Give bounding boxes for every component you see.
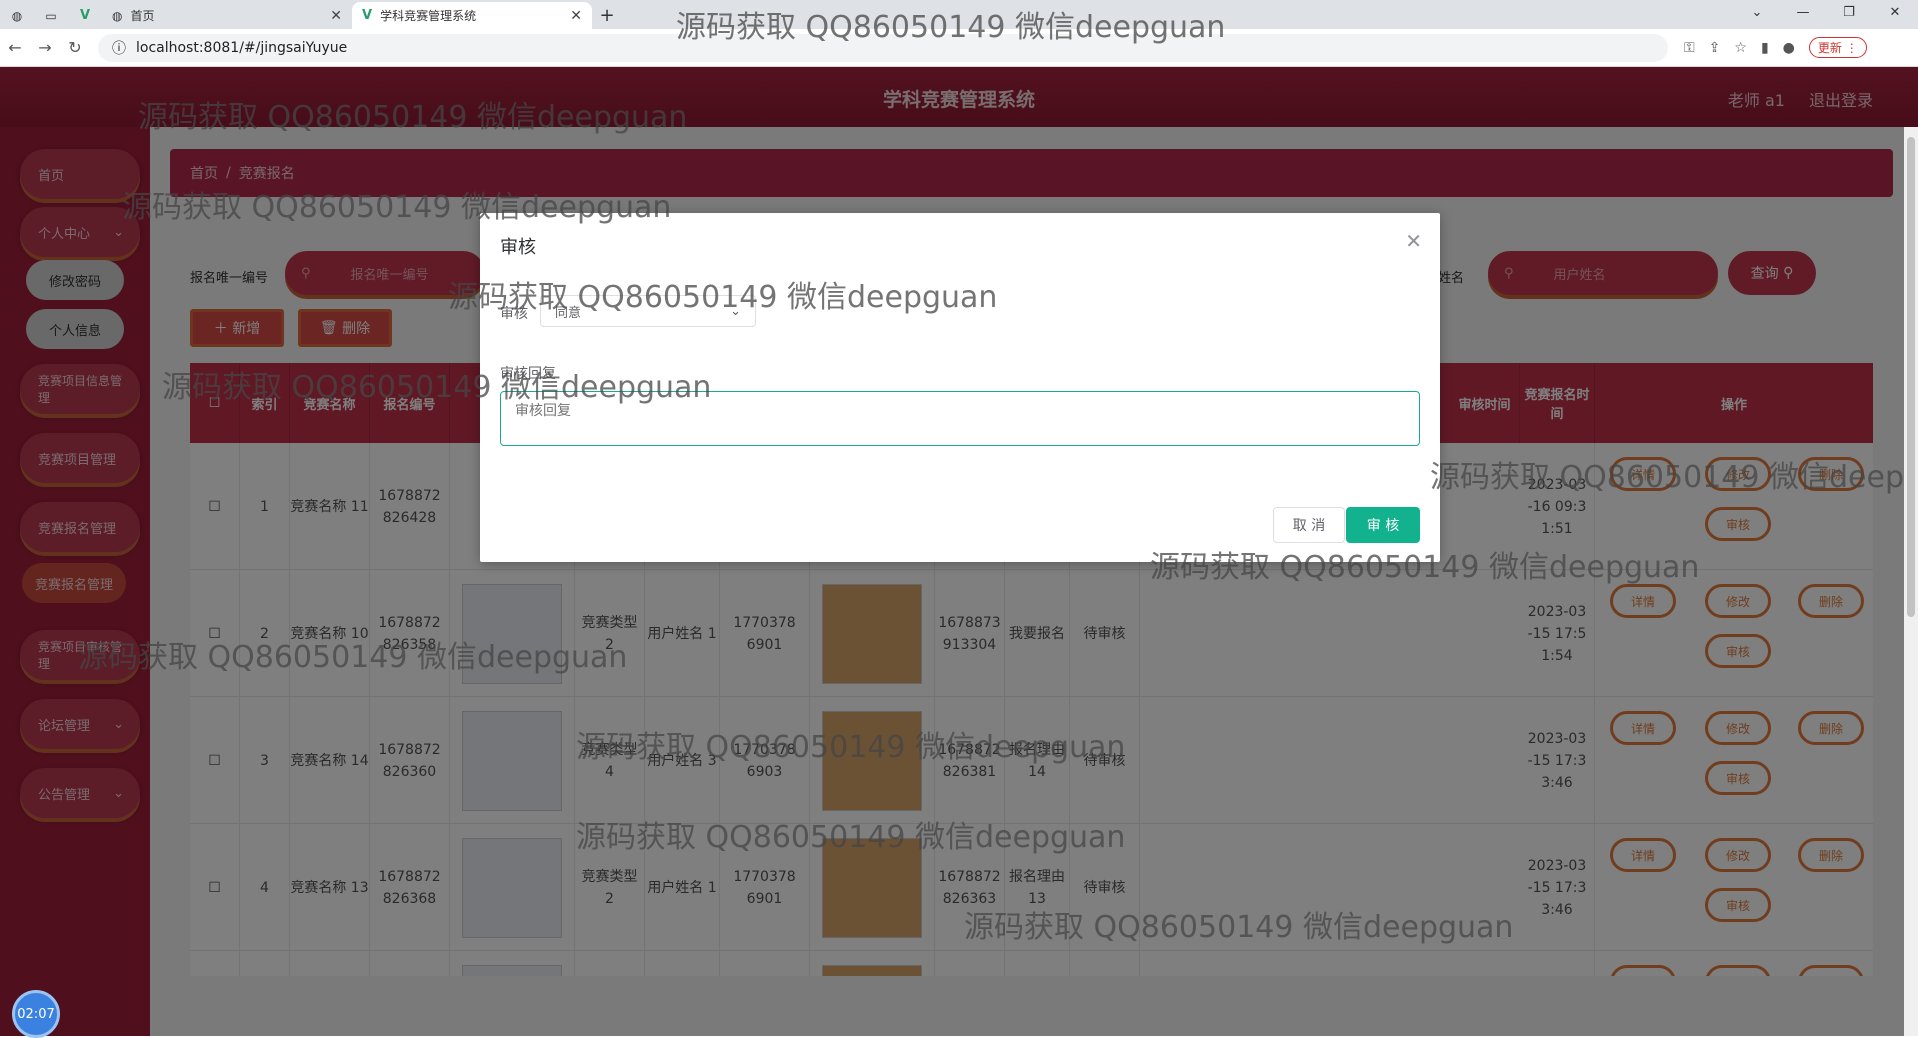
restore-icon[interactable]: ❐ [1826, 0, 1872, 29]
vue-icon: V [79, 8, 91, 23]
cancel-button[interactable]: 取 消 [1273, 507, 1345, 543]
forward-icon[interactable]: → [30, 38, 60, 57]
browser-tab-label: 首页 [130, 9, 155, 23]
vue-icon: V [362, 8, 373, 23]
review-select[interactable]: 同意 ⌄ [540, 295, 756, 327]
star-icon[interactable]: ☆ [1734, 40, 1747, 56]
tab-icon-1[interactable]: ◍ [0, 2, 34, 29]
browser-tab-system[interactable]: V 学科竞赛管理系统 ✕ [352, 2, 592, 29]
globe-icon: ◍ [11, 8, 23, 23]
update-label: 更新 [1817, 41, 1842, 55]
tab-icon-3[interactable]: V [68, 2, 102, 29]
browser-tab-home[interactable]: ◍ 首页 ✕ [102, 2, 352, 29]
browser-tabbar: ◍ ▭ V ◍ 首页 ✕ V 学科竞赛管理系统 ✕ + ⌄ — ❐ ✕ [0, 0, 1918, 29]
close-icon[interactable]: ✕ [1405, 229, 1422, 253]
review-field-label: 审核 [500, 306, 528, 322]
chevron-down-icon: ⌄ [730, 303, 741, 319]
back-icon[interactable]: ← [0, 38, 30, 57]
tab-icon-2[interactable]: ▭ [34, 2, 68, 29]
window-controls: ⌄ — ❐ ✕ [1734, 0, 1918, 29]
scrollbar-thumb[interactable] [1907, 137, 1915, 617]
close-icon[interactable]: ✕ [570, 8, 582, 24]
dialog-title: 审核 [500, 237, 536, 258]
globe-icon: ◍ [112, 8, 123, 23]
reload-icon[interactable]: ↻ [60, 38, 90, 57]
browser-tools: ⚿ ⇪ ☆ ▮ ● 更新 ⋮ [1684, 37, 1867, 58]
new-tab-button[interactable]: + [592, 2, 622, 29]
update-button[interactable]: 更新 ⋮ [1808, 37, 1867, 58]
page-icon: ▭ [45, 8, 57, 23]
profile-icon[interactable]: ● [1783, 40, 1795, 56]
review-dialog: 审核 ✕ 审核 同意 ⌄ 审核回复 取 消 审 核 [480, 213, 1440, 562]
confirm-review-button[interactable]: 审 核 [1346, 507, 1420, 543]
reply-textarea[interactable] [500, 391, 1420, 446]
share-icon[interactable]: ⇪ [1709, 40, 1721, 56]
chevron-down-icon[interactable]: ⌄ [1734, 0, 1780, 29]
review-select-value: 同意 [555, 305, 582, 321]
address-bar: ← → ↻ ⓘ localhost:8081/#/jingsaiYuyue ⚿ … [0, 29, 1918, 67]
info-icon[interactable]: ⓘ [112, 38, 126, 58]
url-text: localhost:8081/#/jingsaiYuyue [136, 39, 348, 56]
close-window-icon[interactable]: ✕ [1872, 0, 1918, 29]
page-scrollbar[interactable] [1904, 127, 1918, 1036]
reply-field-label: 审核回复 [500, 366, 556, 382]
key-icon[interactable]: ⚿ [1684, 40, 1695, 56]
sidepanel-icon[interactable]: ▮ [1761, 40, 1769, 56]
url-field[interactable]: ⓘ localhost:8081/#/jingsaiYuyue [98, 33, 1668, 62]
close-icon[interactable]: ✕ [330, 8, 342, 24]
clock-badge: 02:07 [12, 990, 60, 1038]
minimize-icon[interactable]: — [1780, 0, 1826, 29]
browser-tab-label: 学科竞赛管理系统 [380, 9, 477, 23]
